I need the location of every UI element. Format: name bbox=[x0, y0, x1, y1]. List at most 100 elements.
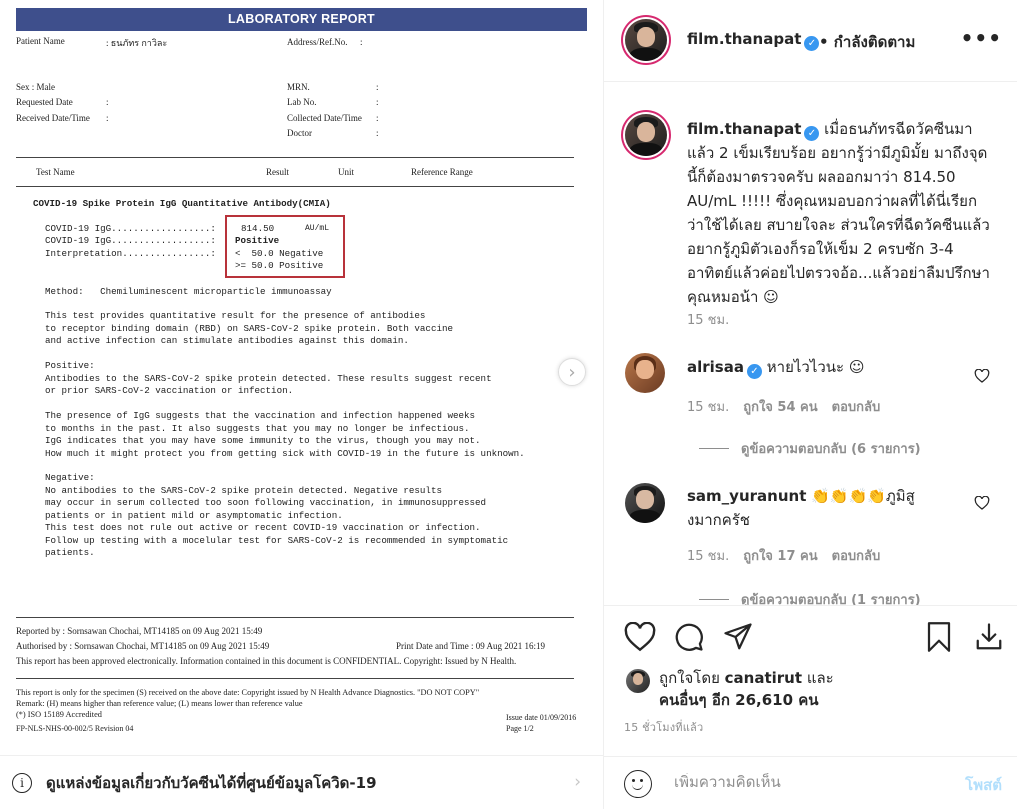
col-unit: Unit bbox=[338, 167, 355, 177]
footer-revision: FP-NLS-NHS-00-002/5 Revision 04 bbox=[16, 724, 134, 733]
avatar[interactable] bbox=[625, 353, 665, 393]
divider bbox=[16, 157, 574, 158]
paragraph-positive: Positive: Antibodies to the SARS-CoV-2 s… bbox=[45, 360, 492, 396]
col-test-name: Test Name bbox=[36, 167, 75, 177]
post-actions: ถูกใจโดย canatirut และ คนอื่นๆ อีก 26,61… bbox=[604, 605, 1017, 809]
next-image-button[interactable]: › bbox=[558, 358, 586, 386]
avatar[interactable] bbox=[626, 669, 650, 693]
liked-by: ถูกใจโดย canatirut และ คนอื่นๆ อีก 26,61… bbox=[659, 667, 834, 711]
authorised-by: Authorised by : Sornsawan Chochai, MT141… bbox=[16, 641, 270, 651]
verified-icon: ✓ bbox=[746, 364, 762, 379]
paragraph-negative: Negative: No antibodies to the SARS-CoV-… bbox=[45, 472, 509, 558]
comment-input[interactable] bbox=[674, 773, 934, 791]
paragraph-intro: This test provides quantitative result f… bbox=[45, 310, 453, 346]
caption-time[interactable]: 15 ชม. bbox=[687, 309, 729, 330]
post-sidebar: film.thanapat ✓ • กำลังติดตาม ••• film.th… bbox=[603, 0, 1017, 809]
liked-by-others[interactable]: คนอื่นๆ อีก 26,610 คน bbox=[659, 691, 819, 709]
col-result: Result bbox=[266, 167, 290, 177]
comment-bubble-icon[interactable] bbox=[674, 622, 704, 652]
more-options-icon[interactable]: ••• bbox=[961, 26, 1002, 50]
verified-icon: ✓ bbox=[804, 36, 820, 51]
paragraph-igg: The presence of IgG suggests that the va… bbox=[45, 410, 525, 459]
comment-likes[interactable]: ถูกใจ 54 คน bbox=[743, 400, 817, 415]
view-replies-text[interactable]: ดูข้อความตอบกลับ (6 รายการ) bbox=[741, 442, 921, 457]
received-colon: : bbox=[106, 113, 109, 123]
test-title: COVID-19 Spike Protein IgG Quantitative … bbox=[33, 198, 331, 209]
following-status[interactable]: • กำลังติดตาม bbox=[819, 30, 915, 54]
view-replies-text[interactable]: ดูข้อความตอบกลับ (1 รายการ) bbox=[741, 593, 921, 605]
address-colon: : bbox=[360, 37, 363, 47]
caption-text: เมื่อธนภัทรฉีดวัคซีนมาแล้ว 2 เข็มเรียบร้… bbox=[687, 120, 990, 306]
igg-line-1: COVID-19 IgG..................: bbox=[45, 223, 216, 234]
reply-button[interactable]: ตอบกลับ bbox=[832, 400, 881, 415]
like-heart-icon[interactable] bbox=[624, 622, 656, 652]
reply-button[interactable]: ตอบกลับ bbox=[832, 549, 881, 564]
reported-by: Reported by : Sornsawan Chochai, MT14185… bbox=[16, 626, 263, 636]
view-replies-button[interactable]: ดูข้อความตอบกลับ (6 รายการ) bbox=[699, 438, 921, 459]
divider bbox=[16, 186, 574, 187]
divider bbox=[699, 448, 729, 449]
save-bookmark-icon[interactable] bbox=[926, 622, 952, 652]
report-banner: LABORATORY REPORT bbox=[16, 8, 587, 31]
page-number: Page 1/2 bbox=[506, 724, 534, 733]
received-label: Received Date/Time bbox=[16, 113, 90, 123]
requested-label: Requested Date bbox=[16, 97, 73, 107]
comments-section: film.thanapat ✓ เมื่อธนภัทรฉีดวัคซีนมาแล้… bbox=[604, 83, 1017, 605]
username-text[interactable]: film.thanapat bbox=[687, 30, 801, 48]
header-username[interactable]: film.thanapat ✓ bbox=[687, 30, 820, 51]
liked-by-prefix: ถูกใจโดย bbox=[659, 669, 720, 687]
post-timestamp[interactable]: 15 ชั่วโมงที่แล้ว bbox=[624, 718, 703, 736]
footer-copyright: This report is only for the specimen (S)… bbox=[16, 688, 480, 697]
requested-colon: : bbox=[106, 97, 109, 107]
comment-text: หายไวไวนะ ☺ bbox=[766, 358, 865, 376]
share-send-icon[interactable] bbox=[723, 622, 753, 652]
comment-meta: 15 ชม. ถูกใจ 54 คน ตอบกลับ bbox=[687, 396, 880, 417]
comment-username[interactable]: alrisaa bbox=[687, 358, 744, 376]
issue-date: Issue date 01/09/2016 bbox=[506, 713, 577, 722]
chevron-right-icon: › bbox=[574, 772, 581, 792]
covid-info-banner[interactable]: i ดูแหล่งข้อมูลเกี่ยวกับวัคซีนได้ที่ศูนย… bbox=[0, 755, 603, 809]
interpretation-label: Interpretation................: bbox=[45, 248, 216, 259]
avatar[interactable] bbox=[625, 114, 667, 156]
avatar[interactable] bbox=[625, 19, 667, 61]
collected-colon: : bbox=[376, 113, 379, 123]
comment-likes[interactable]: ถูกใจ 17 คน bbox=[743, 549, 817, 564]
method-text: Method: Chemiluminescent microparticle i… bbox=[45, 286, 332, 297]
mrn-colon: : bbox=[376, 82, 379, 92]
col-reference: Reference Range bbox=[411, 167, 473, 177]
post-image: LABORATORY REPORT Patient Name : ธนภัทร … bbox=[0, 0, 603, 755]
info-icon: i bbox=[12, 772, 32, 793]
comment-meta: 15 ชม. ถูกใจ 17 คน ตอบกลับ bbox=[687, 545, 880, 566]
like-comment-heart-icon[interactable] bbox=[974, 496, 990, 510]
liked-by-user[interactable]: canatirut bbox=[725, 669, 802, 687]
comment-username[interactable]: sam_yuranunt bbox=[687, 487, 806, 505]
post-header: film.thanapat ✓ • กำลังติดตาม ••• bbox=[604, 0, 1017, 82]
post-comment-button[interactable]: โพสต์ bbox=[965, 773, 1002, 797]
download-icon[interactable] bbox=[974, 622, 1004, 652]
address-label: Address/Ref.No. bbox=[287, 37, 348, 47]
comment: alrisaa ✓ หายไวไวนะ ☺ bbox=[687, 355, 967, 379]
igg-line-2: COVID-19 IgG..................: bbox=[45, 235, 216, 246]
avatar[interactable] bbox=[625, 483, 665, 523]
comment: sam_yuranunt 👏👏👏👏ภูมิสูงมากครัช bbox=[687, 484, 957, 532]
footer-iso: (*) ISO 15189 Accredited bbox=[16, 710, 102, 719]
caption: film.thanapat ✓ เมื่อธนภัทรฉีดวัคซีนมาแล้… bbox=[687, 117, 992, 309]
view-replies-button[interactable]: ดูข้อความตอบกลับ (1 รายการ) bbox=[699, 589, 921, 605]
liked-by-and: และ bbox=[806, 669, 834, 687]
caption-username[interactable]: film.thanapat bbox=[687, 120, 801, 138]
verified-icon: ✓ bbox=[804, 126, 820, 141]
mrn-label: MRN. bbox=[287, 82, 310, 92]
footer-remark: Remark: (H) means higher than reference … bbox=[16, 699, 303, 708]
labno-label: Lab No. bbox=[287, 97, 317, 107]
doctor-colon: : bbox=[376, 128, 379, 138]
print-time: Print Date and Time : 09 Aug 2021 16:19 bbox=[396, 641, 546, 651]
chevron-right-icon: › bbox=[568, 361, 576, 383]
like-comment-heart-icon[interactable] bbox=[974, 369, 990, 383]
comment-time[interactable]: 15 ชม. bbox=[687, 400, 729, 415]
approved-text: This report has been approved electronic… bbox=[16, 656, 517, 666]
covid-info-text[interactable]: ดูแหล่งข้อมูลเกี่ยวกับวัคซีนได้ที่ศูนย์ข… bbox=[46, 771, 377, 795]
highlight-box bbox=[225, 215, 345, 278]
emoji-icon[interactable] bbox=[624, 770, 652, 798]
add-comment-bar: โพสต์ bbox=[604, 756, 1017, 809]
comment-time[interactable]: 15 ชม. bbox=[687, 549, 729, 564]
